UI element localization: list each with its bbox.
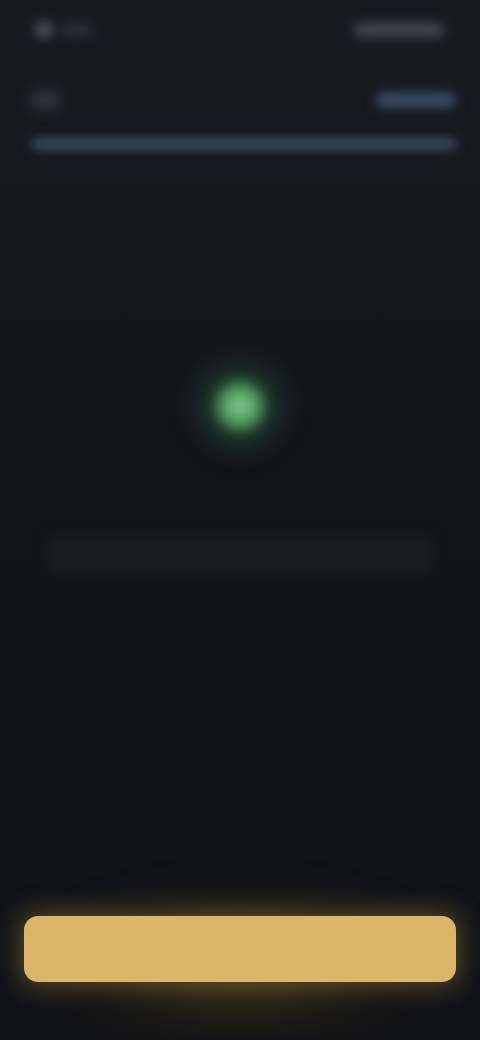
app-screen <box>0 0 480 1040</box>
status-bar <box>36 18 444 42</box>
info-box <box>48 536 432 572</box>
top-right-link[interactable] <box>376 93 456 107</box>
status-indicators <box>354 24 444 36</box>
blurred-content <box>0 0 480 1040</box>
scan-indicator-icon <box>212 378 268 434</box>
progress-fill <box>32 140 456 148</box>
status-time <box>62 26 92 34</box>
status-app-icon <box>36 22 52 38</box>
progress-bar <box>32 140 456 148</box>
back-arrow-icon[interactable] <box>30 90 60 110</box>
top-navigation <box>30 88 456 112</box>
primary-action-button[interactable] <box>24 916 456 982</box>
status-left <box>36 22 92 38</box>
